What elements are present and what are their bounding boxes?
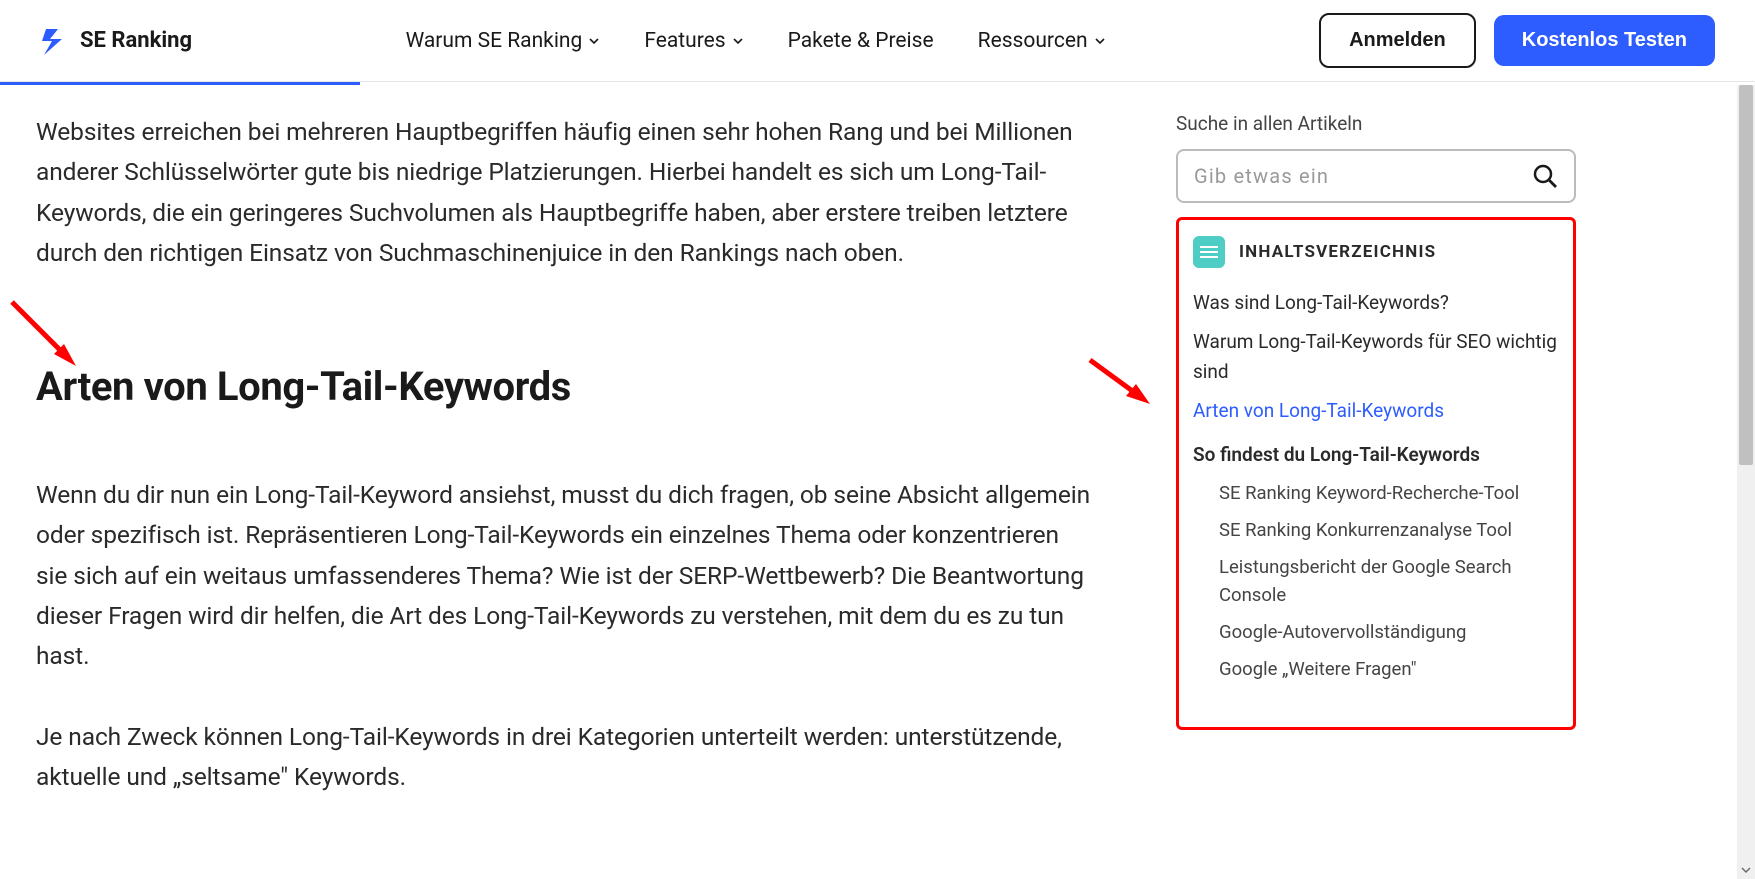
site-header: SE Ranking Warum SE Ranking Features Pak… xyxy=(0,0,1755,82)
toc-subitem-search-console[interactable]: Leistungsbericht der Google Search Conso… xyxy=(1219,553,1559,610)
login-button[interactable]: Anmelden xyxy=(1319,13,1476,68)
toc-item-why-seo[interactable]: Warum Long-Tail-Keywords für SEO wichtig… xyxy=(1193,327,1559,386)
toc-item-what-are[interactable]: Was sind Long-Tail-Keywords? xyxy=(1193,288,1559,317)
toc-title: INHALTSVERZEICHNIS xyxy=(1239,242,1436,262)
scroll-down-icon[interactable] xyxy=(1740,864,1752,876)
search-input[interactable] xyxy=(1194,164,1532,188)
toc-header: INHALTSVERZEICHNIS xyxy=(1193,236,1559,268)
table-of-contents: INHALTSVERZEICHNIS Was sind Long-Tail-Ke… xyxy=(1176,217,1576,730)
main-content-area: Websites erreichen bei mehreren Hauptbeg… xyxy=(0,82,1755,876)
toc-item-types[interactable]: Arten von Long-Tail-Keywords xyxy=(1193,396,1559,425)
body-paragraph: Je nach Zweck können Long-Tail-Keywords … xyxy=(36,717,1096,798)
nav-item-resources[interactable]: Ressourcen xyxy=(978,29,1106,53)
logo-icon xyxy=(40,25,72,57)
main-nav: Warum SE Ranking Features Pakete & Preis… xyxy=(406,29,1106,53)
nav-item-why[interactable]: Warum SE Ranking xyxy=(406,29,601,53)
toc-subitem-people-also-ask[interactable]: Google „Weitere Fragen" xyxy=(1219,655,1559,684)
chevron-down-icon xyxy=(1094,35,1106,47)
search-icon[interactable] xyxy=(1532,163,1558,189)
toc-sublist: SE Ranking Keyword-Recherche-Tool SE Ran… xyxy=(1193,479,1559,683)
free-trial-button[interactable]: Kostenlos Testen xyxy=(1494,15,1715,66)
logo-text: SE Ranking xyxy=(80,28,192,53)
nav-item-pricing[interactable]: Pakete & Preise xyxy=(788,29,934,53)
chevron-down-icon xyxy=(732,35,744,47)
toc-list: Was sind Long-Tail-Keywords? Warum Long-… xyxy=(1193,288,1559,469)
section-heading: Arten von Long-Tail-Keywords xyxy=(36,354,1096,420)
toc-item-how-to-find[interactable]: So findest du Long-Tail-Keywords xyxy=(1193,440,1559,469)
scrollbar-thumb[interactable] xyxy=(1739,85,1753,465)
toc-subitem-autocomplete[interactable]: Google-Autovervollständigung xyxy=(1219,618,1559,647)
logo[interactable]: SE Ranking xyxy=(40,25,192,57)
body-paragraph: Wenn du dir nun ein Long-Tail-Keyword an… xyxy=(36,475,1096,677)
toc-subitem-competitor-analysis[interactable]: SE Ranking Konkurrenzanalyse Tool xyxy=(1219,516,1559,545)
nav-item-features[interactable]: Features xyxy=(644,29,743,53)
reading-progress-bar xyxy=(0,82,360,85)
list-icon xyxy=(1193,236,1225,268)
header-actions: Anmelden Kostenlos Testen xyxy=(1319,13,1715,68)
article-content: Websites erreichen bei mehreren Hauptbeg… xyxy=(36,112,1096,876)
search-box xyxy=(1176,149,1576,203)
search-label: Suche in allen Artikeln xyxy=(1176,112,1576,135)
sidebar: Suche in allen Artikeln INHALTSVERZEICHN… xyxy=(1176,112,1576,876)
chevron-down-icon xyxy=(588,35,600,47)
intro-paragraph: Websites erreichen bei mehreren Hauptbeg… xyxy=(36,112,1096,274)
toc-subitem-keyword-research[interactable]: SE Ranking Keyword-Recherche-Tool xyxy=(1219,479,1559,508)
scrollbar-track[interactable] xyxy=(1737,85,1755,879)
